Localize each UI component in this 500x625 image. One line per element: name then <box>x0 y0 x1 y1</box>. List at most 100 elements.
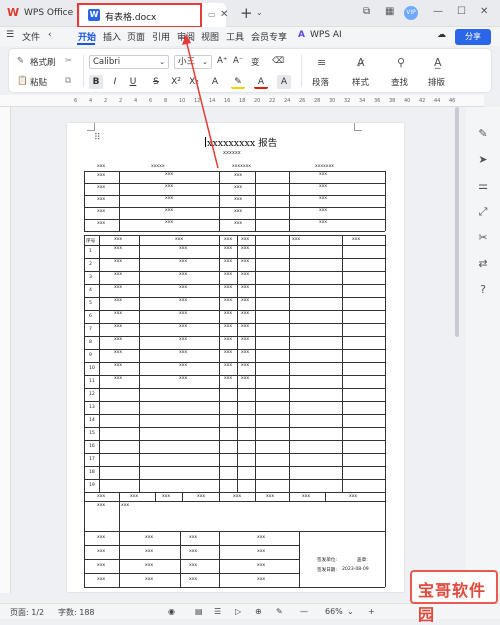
menu-page[interactable]: 页面 <box>127 30 145 43</box>
chevron-down-icon[interactable]: ⌄ <box>347 607 354 616</box>
zoom-in-icon[interactable]: + <box>368 607 375 616</box>
char-shading-icon[interactable]: A <box>277 75 291 89</box>
horizontal-ruler[interactable]: 6 4 2 2 4 6 8 10 12 14 16 18 20 22 24 26 28 30 32 34 36 38 40 4… <box>0 95 484 107</box>
row-cell: xxx <box>224 298 233 303</box>
page-count[interactable]: 页面: 1/2 <box>10 607 44 618</box>
play-icon[interactable]: ▷ <box>235 607 241 616</box>
table-border <box>84 207 385 208</box>
help-icon[interactable]: ? <box>476 283 490 297</box>
clear-format-icon[interactable]: ⌫ <box>272 56 284 66</box>
ruler-tick: 46 <box>449 98 456 104</box>
pen-icon[interactable]: ✎ <box>276 607 283 616</box>
document-page[interactable]: ⠿ xxxxxxxxx 报告 xxx xxx xxx xxx xx x xxx xxx xxx… <box>67 123 404 592</box>
table-border <box>255 492 256 501</box>
minimize-icon[interactable]: — <box>433 6 443 17</box>
menu-icon[interactable]: ☰ <box>6 30 14 40</box>
highlight-color-icon[interactable]: ✎ <box>231 75 245 89</box>
menu-file[interactable]: 文件 <box>22 30 40 43</box>
strikethrough-icon[interactable]: S <box>149 75 163 89</box>
row-cell: xxx <box>179 324 188 329</box>
find-button[interactable]: 查找 <box>391 76 408 88</box>
menu-home[interactable]: 开始 <box>78 30 96 43</box>
table-border <box>84 453 385 454</box>
row-cell: xxx <box>224 311 233 316</box>
summary-cell: xxx <box>162 494 171 499</box>
maximize-icon[interactable]: ☐ <box>457 6 466 17</box>
bold-icon[interactable]: B <box>89 75 103 89</box>
document-title[interactable]: xxxxxxxxx 报告 <box>205 135 277 149</box>
close-tab-icon[interactable]: ✕ <box>220 9 228 20</box>
zoom-out-icon[interactable]: — <box>300 607 308 616</box>
translate-icon[interactable]: ⇄ <box>476 257 490 271</box>
menu-reference[interactable]: 引用 <box>152 30 170 43</box>
scrollbar[interactable] <box>455 107 461 337</box>
eye-icon[interactable]: ◉ <box>168 607 175 616</box>
vertical-ruler[interactable] <box>0 107 11 593</box>
page-view-icon[interactable]: ▤ <box>195 607 203 616</box>
summary-cell: xxx <box>266 494 275 499</box>
menu-insert[interactable]: 插入 <box>103 30 121 43</box>
format-painter-button[interactable]: 格式刷 <box>30 56 56 68</box>
ruler-tick: 12 <box>194 98 201 104</box>
ruler-tick: 42 <box>419 98 426 104</box>
row-number: 4 <box>89 288 92 293</box>
chevron-down-icon[interactable]: ⌄ <box>256 8 263 17</box>
restore-layout-icon[interactable]: ⧉ <box>363 6 370 17</box>
share-label: 分享 <box>465 32 481 41</box>
row-cell: xxx <box>179 376 188 381</box>
menu-member[interactable]: 会员专享 <box>251 30 287 43</box>
summary-cell: xxx <box>97 494 106 499</box>
app-name[interactable]: WPS Office <box>24 8 73 18</box>
copy-icon[interactable]: ⧉ <box>65 76 71 86</box>
font-color-icon[interactable]: A <box>254 75 268 89</box>
globe-icon[interactable]: ⊕ <box>255 607 262 616</box>
monitor-icon[interactable]: ▭ <box>208 10 216 19</box>
styles-button[interactable]: 样式 <box>352 76 369 88</box>
layout-button[interactable]: 排版 <box>428 76 445 88</box>
close-window-icon[interactable]: ✕ <box>480 6 488 17</box>
italic-icon[interactable]: I <box>108 75 122 89</box>
superscript-icon[interactable]: X² <box>169 75 183 89</box>
menu-view[interactable]: 视图 <box>201 30 219 43</box>
find-icon: ⚲ <box>397 56 406 69</box>
word-count[interactable]: 字数: 188 <box>58 607 95 618</box>
table-border <box>84 271 385 272</box>
new-tab-icon[interactable]: + <box>240 4 253 22</box>
row-cell: xxx <box>114 272 123 277</box>
grow-font-icon[interactable]: A⁺ <box>217 56 227 66</box>
shrink-font-icon[interactable]: A⁻ <box>233 56 243 66</box>
font-name-select[interactable]: Calibri ⌄ <box>89 55 169 69</box>
menu-tools[interactable]: 工具 <box>226 30 244 43</box>
list-view-icon[interactable]: ☰ <box>214 607 221 616</box>
avatar[interactable]: VIP <box>404 6 418 20</box>
underline-icon[interactable]: U <box>126 75 140 89</box>
scrollbar-thumb[interactable] <box>455 107 459 337</box>
ruler-tick: 28 <box>314 98 321 104</box>
watermark: 宝哥软件园 <box>410 570 498 624</box>
undo-icon[interactable]: ‹ <box>48 30 52 40</box>
tools-icon[interactable]: ✂ <box>476 231 490 245</box>
menu-wps-ai[interactable]: WPS AI <box>310 30 342 40</box>
share-button[interactable]: 分享 <box>455 29 491 45</box>
paragraph-button[interactable]: 段落 <box>312 76 329 88</box>
menu-review[interactable]: 审阅 <box>177 30 195 43</box>
cloud-icon[interactable]: ☁ <box>437 30 446 40</box>
text-effect-icon[interactable]: A <box>208 75 222 89</box>
subscript-icon[interactable]: X₂ <box>187 75 201 89</box>
table-border <box>385 492 386 501</box>
document-tab[interactable]: W 有表格.docx ▭ ✕ <box>80 3 228 27</box>
table-move-handle-icon[interactable]: ⠿ <box>94 133 102 143</box>
sliders-icon[interactable]: ⚌ <box>476 179 490 193</box>
row-cell: xxx <box>114 285 123 290</box>
select-cursor-icon[interactable]: ➤ <box>476 153 490 167</box>
table-border <box>119 501 120 531</box>
sign-cell: xxx <box>189 577 198 582</box>
resize-icon[interactable]: ⤢ <box>476 205 490 219</box>
cut-icon[interactable]: ✂ <box>65 56 72 66</box>
paste-button[interactable]: 粘贴 <box>30 76 47 88</box>
grid-icon[interactable]: ▦ <box>385 6 394 17</box>
edit-pen-icon[interactable]: ✎ <box>476 127 490 141</box>
zoom-level[interactable]: 66% <box>325 607 343 616</box>
phonetic-icon[interactable]: 变 <box>251 56 260 68</box>
font-size-select[interactable]: 小三 ⌄ <box>174 55 212 69</box>
